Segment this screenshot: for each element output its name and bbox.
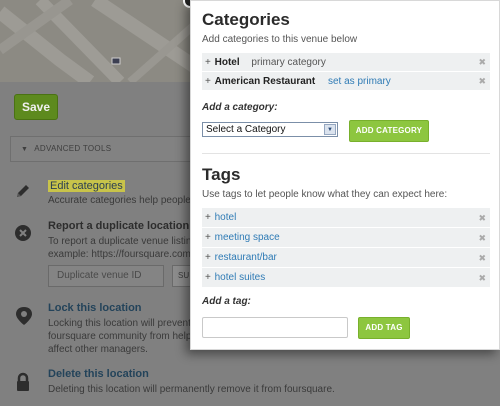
lock-location-desc-2: foursquare community from help	[48, 331, 192, 342]
map-graphic	[0, 0, 200, 82]
tags-title: Tags	[202, 165, 241, 184]
report-duplicate-desc: To report a duplicate venue listin	[48, 236, 192, 247]
lock-location-link[interactable]: Lock this location	[48, 302, 142, 314]
report-duplicate-title: Report a duplicate location	[48, 220, 190, 232]
categories-tags-dialog: Categories Add categories to this venue …	[190, 0, 500, 350]
tag-item: + hotel ✖	[202, 208, 490, 228]
add-tag-button[interactable]: ADD TAG	[358, 317, 410, 339]
location-pin-icon	[14, 306, 34, 326]
plus-icon: +	[205, 232, 211, 243]
lock-location-desc-3: affect other managers.	[48, 344, 148, 355]
tags-subtitle: Use tags to let people know what they ca…	[202, 189, 448, 200]
plus-icon: +	[205, 57, 211, 68]
categories-title: Categories	[202, 10, 290, 29]
plus-icon: +	[205, 252, 211, 263]
delete-location-link[interactable]: Delete this location	[48, 368, 149, 380]
tag-item: + meeting space ✖	[202, 228, 490, 248]
edit-categories-desc: Accurate categories help people	[48, 195, 191, 206]
venue-map[interactable]	[0, 0, 200, 82]
delete-location-desc: Deleting this location will permanently …	[48, 384, 335, 395]
remove-icon[interactable]: ✖	[478, 228, 486, 248]
plus-icon: +	[205, 212, 211, 223]
lock-location-desc: Locking this location will prevent	[48, 318, 191, 329]
tag-link[interactable]: restaurant/bar	[215, 252, 277, 263]
tag-link[interactable]: hotel suites	[215, 272, 266, 283]
chevron-down-icon: ▼	[324, 124, 336, 135]
report-duplicate-example: example: https://foursquare.com	[48, 249, 191, 260]
category-list: + Hotel primary category ✖ + American Re…	[202, 53, 490, 91]
section-divider	[202, 153, 490, 154]
remove-icon[interactable]: ✖	[478, 53, 486, 72]
primary-category-label: primary category	[251, 57, 326, 68]
tag-input[interactable]	[202, 317, 348, 338]
category-item-american-restaurant: + American Restaurant set as primary ✖	[202, 72, 490, 91]
advanced-tools-label: ADVANCED TOOLS	[34, 144, 112, 153]
category-select[interactable]: Select a Category ▼	[202, 122, 338, 137]
add-category-label: Add a category:	[202, 102, 278, 113]
tag-list: + hotel ✖ + meeting space ✖ + restaurant…	[202, 208, 490, 288]
plus-icon: +	[205, 272, 211, 283]
set-as-primary-link[interactable]: set as primary	[328, 76, 391, 87]
plus-icon: +	[205, 76, 211, 87]
category-select-value: Select a Category	[206, 124, 286, 135]
duplicate-venue-id-input[interactable]: Duplicate venue ID	[48, 265, 164, 287]
close-circle-icon	[14, 224, 34, 244]
tag-link[interactable]: meeting space	[215, 232, 280, 243]
edit-categories-link[interactable]: Edit categories	[48, 180, 125, 192]
category-name: Hotel	[214, 57, 240, 68]
add-category-button[interactable]: ADD CATEGORY	[349, 120, 429, 142]
remove-icon[interactable]: ✖	[478, 248, 486, 268]
triangle-down-icon: ▼	[21, 146, 29, 153]
pencil-icon	[14, 182, 34, 202]
lock-icon	[14, 372, 34, 392]
tag-item: + hotel suites ✖	[202, 268, 490, 288]
advanced-tools-toggle[interactable]: ▼ ADVANCED TOOLS	[10, 136, 200, 162]
category-name: American Restaurant	[214, 76, 316, 87]
categories-subtitle: Add categories to this venue below	[202, 34, 358, 45]
remove-icon[interactable]: ✖	[478, 72, 486, 91]
category-item-hotel: + Hotel primary category ✖	[202, 53, 490, 72]
add-tag-label: Add a tag:	[202, 296, 251, 307]
tag-item: + restaurant/bar ✖	[202, 248, 490, 268]
tag-link[interactable]: hotel	[215, 212, 237, 223]
save-button[interactable]: Save	[14, 94, 58, 120]
remove-icon[interactable]: ✖	[478, 208, 486, 228]
remove-icon[interactable]: ✖	[478, 268, 486, 288]
